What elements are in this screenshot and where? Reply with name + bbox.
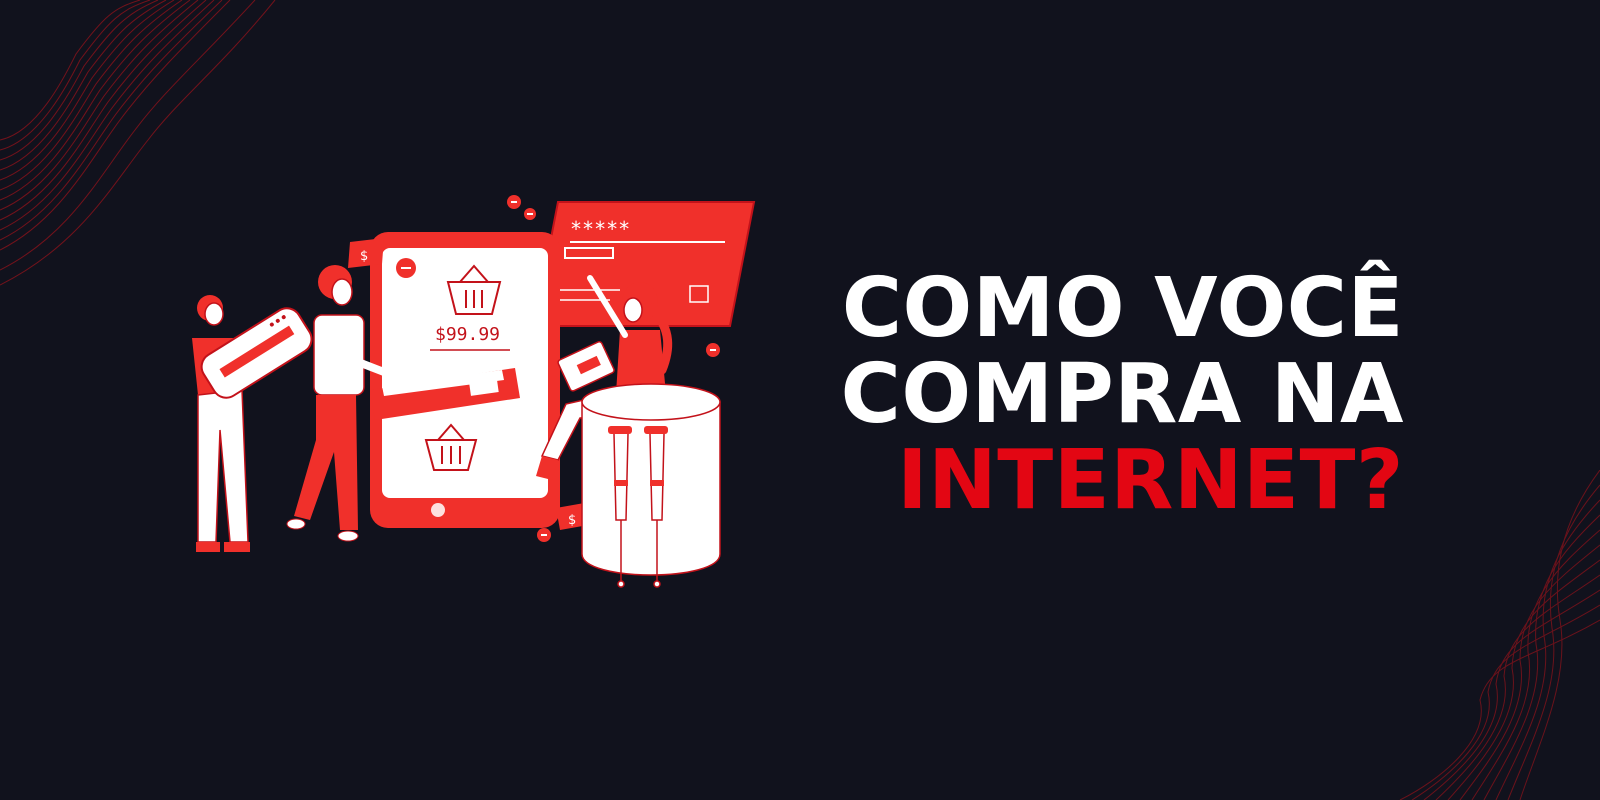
password-mask: ***** bbox=[570, 217, 630, 241]
headline-line-3: INTERNET? bbox=[897, 433, 1404, 528]
headline-line-1: COMO VOCÊ bbox=[841, 261, 1404, 356]
dollar-sign-bottom: $ bbox=[568, 513, 576, 528]
banner: ***** $99.99 $ $ COMO VOCÊ COMPRA NA INT… bbox=[0, 0, 1600, 800]
online-shopping-illustration: ***** $99.99 $ $ bbox=[192, 195, 756, 588]
smartphone-icon: $99.99 bbox=[370, 232, 560, 528]
price-label: $99.99 bbox=[435, 324, 500, 345]
decorative-wave-bottom-right bbox=[1399, 470, 1600, 800]
headline: COMO VOCÊ COMPRA NA INTERNET? bbox=[784, 266, 1404, 524]
dollar-sign-top: $ bbox=[360, 249, 368, 264]
headline-line-2: COMPRA NA bbox=[840, 347, 1404, 442]
person-using-phone bbox=[286, 265, 388, 542]
